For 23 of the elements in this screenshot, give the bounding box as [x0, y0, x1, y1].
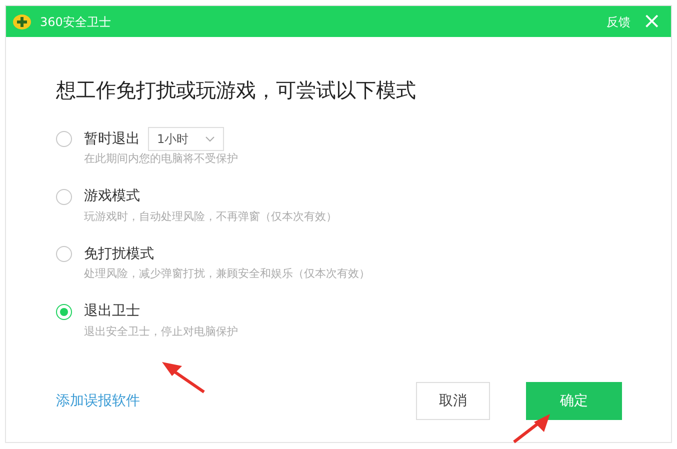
option-description: 退出安全卫士，停止对电脑保护	[84, 324, 239, 340]
close-button[interactable]: ×	[642, 10, 661, 32]
option-label: 免打扰模式	[84, 244, 154, 264]
report-link[interactable]: 添加误报软件	[56, 390, 140, 412]
cancel-button[interactable]: 取消	[416, 382, 490, 420]
duration-dropdown[interactable]: 1小时	[148, 127, 224, 151]
radio-button[interactable]	[56, 188, 72, 204]
feedback-link[interactable]: 反馈	[606, 12, 631, 30]
arrow-icon	[512, 412, 552, 444]
radio-button[interactable]	[56, 246, 72, 262]
window-title: 360安全卫士	[40, 14, 111, 30]
radio-button[interactable]	[56, 304, 72, 320]
option-description: 处理风险，减少弹窗打扰，兼顾安全和娱乐（仅本次有效）	[84, 266, 371, 282]
option-label: 暂时退出	[84, 130, 140, 148]
chevron-down-icon	[204, 136, 215, 142]
confirm-button[interactable]: 确定	[526, 382, 622, 420]
dialog-heading: 想工作免打扰或玩游戏，可尝试以下模式	[56, 77, 417, 104]
shield-logo-icon	[12, 12, 32, 30]
radio-button[interactable]	[56, 131, 72, 147]
option-description: 玩游戏时，自动处理风险，不再弹窗（仅本次有效）	[84, 208, 338, 224]
option-label: 退出卫士	[84, 302, 140, 321]
option-description: 在此期间内您的电脑将不受保护	[84, 151, 239, 167]
option-label: 游戏模式	[84, 187, 140, 206]
